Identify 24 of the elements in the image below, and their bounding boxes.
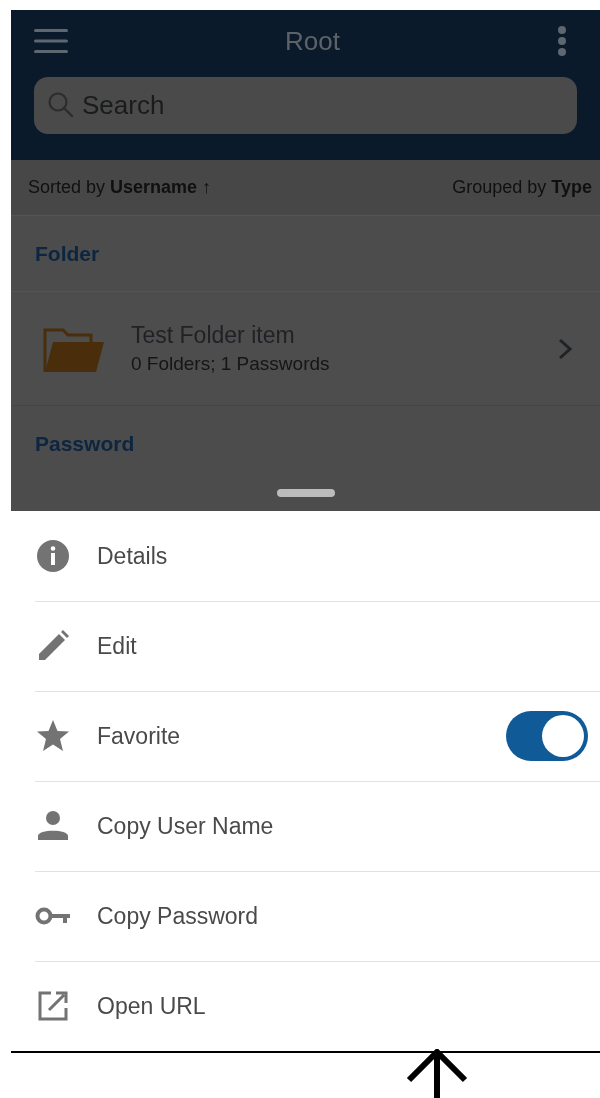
action-label: Open URL	[97, 992, 207, 1020]
action-item[interactable]: Copy Password	[11, 871, 600, 961]
menu-icon[interactable]	[34, 28, 68, 54]
item-subtitle: 0 Folders; 1 Passwords	[131, 353, 331, 375]
action-label: Details	[97, 542, 169, 570]
action-item[interactable]: Copy User Name	[11, 781, 600, 871]
action-label: Copy User Name	[97, 812, 275, 840]
more-options-icon[interactable]	[557, 26, 567, 56]
search-icon	[47, 91, 75, 119]
action-item[interactable]: Favorite	[11, 691, 600, 781]
info-icon	[35, 538, 71, 574]
action-label: Edit	[97, 632, 138, 660]
action-label: Copy Password	[97, 902, 260, 930]
drag-handle[interactable]	[276, 489, 335, 497]
action-item[interactable]: Details	[11, 511, 600, 601]
action-item[interactable]: Edit	[11, 601, 600, 691]
action-item[interactable]: Open URL	[11, 961, 600, 1051]
action-label: Favorite	[97, 722, 182, 750]
chevron-right-icon	[558, 337, 572, 360]
star-icon	[35, 718, 71, 754]
favorite-toggle[interactable]	[506, 711, 588, 761]
group-header: Password	[35, 431, 135, 456]
screen-title: Root	[285, 25, 340, 57]
group-header: Folder	[35, 241, 100, 266]
